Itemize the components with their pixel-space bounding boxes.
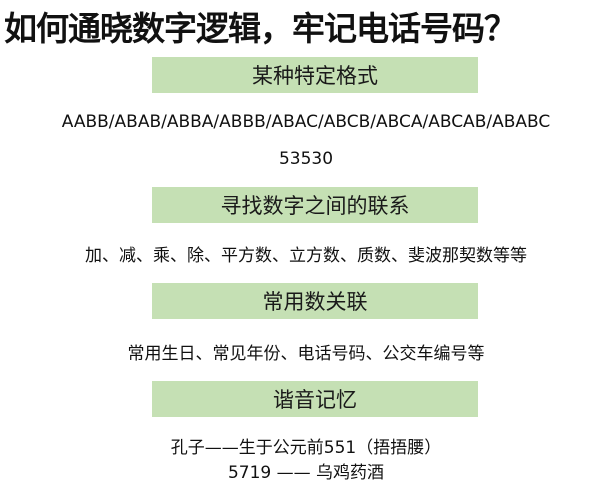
section-heading-format: 某种特定格式 — [152, 57, 478, 93]
format-patterns: AABB/ABAB/ABBA/ABBB/ABAC/ABCB/ABCA/ABCAB… — [61, 112, 551, 132]
section-heading-homophone: 谐音记忆 — [152, 381, 478, 417]
relations-text: 加、减、乘、除、平方数、立方数、质数、斐波那契数等等 — [85, 246, 527, 266]
common-text: 常用生日、常见年份、电话号码、公交车编号等 — [127, 344, 485, 364]
section-heading-common: 常用数关联 — [152, 283, 478, 319]
section-heading-relations: 寻找数字之间的联系 — [152, 187, 478, 223]
page-title: 如何通晓数字逻辑，牢记电话号码？ — [4, 9, 517, 48]
format-example: 53530 — [278, 149, 334, 169]
homophone-example-2: 5719 —— 乌鸡药酒 — [227, 463, 385, 483]
homophone-example-1: 孔子——生于公元前551（捂捂腰） — [170, 438, 442, 458]
